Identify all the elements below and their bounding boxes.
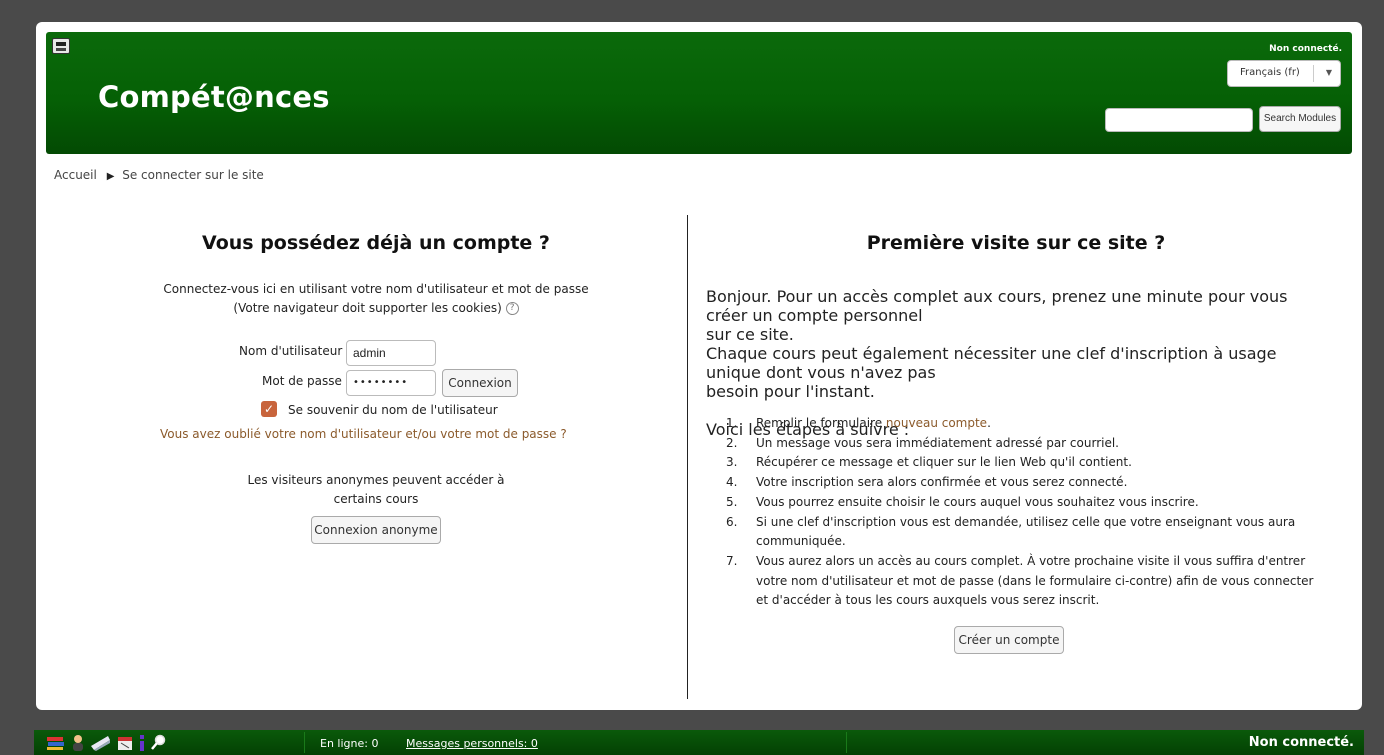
step2-text: Un message vous sera immédiatement adres… [756, 435, 1119, 450]
forgot-password-link[interactable]: Vous avez oublié votre nom d'utilisateur… [160, 427, 567, 441]
guest-login-button[interactable]: Connexion anonyme [311, 516, 441, 544]
footer-login-status[interactable]: Non connecté. [1249, 735, 1354, 750]
step1-suffix: . [987, 416, 991, 430]
login-button[interactable]: Connexion [442, 369, 518, 397]
password-label: Mot de passe [262, 374, 342, 388]
online-count: En ligne: 0 [320, 737, 379, 750]
signup-heading: Première visite sur ce site ? [866, 232, 1166, 254]
step-number: 3. [726, 455, 738, 470]
help-icon[interactable]: ? [505, 302, 519, 315]
guest-info-line2: certains cours [333, 492, 419, 506]
signup-para2-line1: Chaque cours peut également nécessiter u… [706, 344, 1277, 382]
list-item: 1. Remplir le formulaire nouveau compte. [726, 414, 1326, 434]
step7-line3: et d'accéder à tous les cours auxquels v… [756, 593, 1100, 608]
search-icon[interactable] [150, 734, 166, 751]
info-icon[interactable] [138, 734, 146, 751]
footer-divider [304, 732, 305, 753]
step3-text: Récupérer ce message et cliquer sur le l… [756, 455, 1132, 470]
login-intro-line2-wrap: (Votre navigateur doit supporter les coo… [96, 299, 656, 318]
password-field[interactable]: •••••••• [346, 370, 436, 396]
step6-line1: Si une clef d'inscription vous est deman… [756, 514, 1296, 529]
guest-info-line1: Les visiteurs anonymes peuvent accéder à [247, 473, 505, 487]
guest-info: Les visiteurs anonymes peuvent accéder à… [96, 471, 656, 509]
new-account-link[interactable]: nouveau compte [886, 416, 987, 430]
steps-list: 1. Remplir le formulaire nouveau compte.… [726, 414, 1326, 611]
step-number: 7. [726, 553, 738, 568]
search-modules-button[interactable]: Search Modules [1259, 106, 1341, 132]
site-header: Compét@nces Non connecté. Français (fr) … [46, 32, 1352, 154]
signup-para1-line1: Bonjour. Pour un accès complet aux cours… [706, 287, 1288, 325]
list-item: 3. Récupérer ce message et cliquer sur l… [726, 453, 1326, 473]
step1-text: Remplir le formulaire [756, 416, 883, 430]
breadcrumb-home[interactable]: Accueil [54, 168, 97, 182]
language-select[interactable]: Français (fr) ▼ [1227, 60, 1341, 87]
username-label: Nom d'utilisateur [239, 344, 343, 358]
step-number: 5. [726, 494, 738, 509]
search-input[interactable] [1105, 108, 1253, 132]
list-item: 7. Vous aurez alors un accès au cours co… [726, 552, 1326, 611]
step4-text: Votre inscription sera alors confirmée e… [756, 475, 1128, 490]
footer-bar: En ligne: 0 Messages personnels: 0 Non c… [34, 730, 1364, 755]
login-intro-line2: (Votre navigateur doit supporter les coo… [233, 301, 502, 315]
column-divider [687, 215, 688, 699]
list-item: 4. Votre inscription sera alors confirmé… [726, 473, 1326, 493]
mail-icon[interactable] [90, 734, 112, 751]
chevron-down-icon: ▼ [1325, 68, 1332, 77]
home-icon[interactable] [52, 38, 70, 54]
signup-para1-line2: sur ce site. [706, 325, 794, 344]
list-item: 5. Vous pourrez ensuite choisir le cours… [726, 493, 1326, 513]
login-intro: Connectez-vous ici en utilisant votre no… [96, 280, 656, 318]
language-value: Français (fr) [1240, 67, 1300, 78]
step5-text: Vous pourrez ensuite choisir le cours au… [756, 494, 1199, 509]
step7-line1: Vous aurez alors un accès au cours compl… [756, 553, 1306, 568]
signup-panel: Première visite sur ce site ? [706, 232, 1326, 284]
signup-para2-line2: besoin pour l'instant. [706, 382, 875, 401]
step-number: 2. [726, 435, 738, 450]
user-icon[interactable] [70, 734, 86, 751]
list-item: 2. Un message vous sera immédiatement ad… [726, 434, 1326, 454]
breadcrumb-separator-icon: ▶ [106, 171, 115, 182]
step-number: 1. [726, 416, 738, 430]
step6-line2: communiquée. [756, 534, 846, 549]
login-status: Non connecté. [1269, 44, 1342, 54]
create-account-button[interactable]: Créer un compte [954, 626, 1064, 654]
step-number: 6. [726, 514, 738, 529]
username-field[interactable] [346, 340, 436, 366]
login-intro-line1: Connectez-vous ici en utilisant votre no… [163, 282, 589, 296]
messages-link[interactable]: Messages personnels: 0 [406, 737, 538, 750]
remember-label: Se souvenir du nom de l'utilisateur [288, 403, 498, 417]
breadcrumb: Accueil ▶ Se connecter sur le site [54, 168, 264, 182]
login-panel: Vous possédez déjà un compte ? Connectez… [96, 232, 656, 318]
breadcrumb-current: Se connecter sur le site [122, 168, 264, 182]
main-card: Compét@nces Non connecté. Français (fr) … [36, 22, 1362, 710]
calendar-icon[interactable] [116, 734, 134, 751]
footer-divider [846, 732, 847, 753]
remember-checkbox[interactable]: ✓ [261, 401, 277, 417]
step-number: 4. [726, 475, 738, 490]
step7-line2: votre nom d'utilisateur et mot de passe … [756, 573, 1314, 588]
list-item: 6. Si une clef d'inscription vous est de… [726, 513, 1326, 552]
login-heading: Vous possédez déjà un compte ? [202, 232, 550, 254]
site-title[interactable]: Compét@nces [98, 80, 330, 114]
books-icon[interactable] [46, 734, 66, 751]
select-separator [1313, 65, 1314, 82]
